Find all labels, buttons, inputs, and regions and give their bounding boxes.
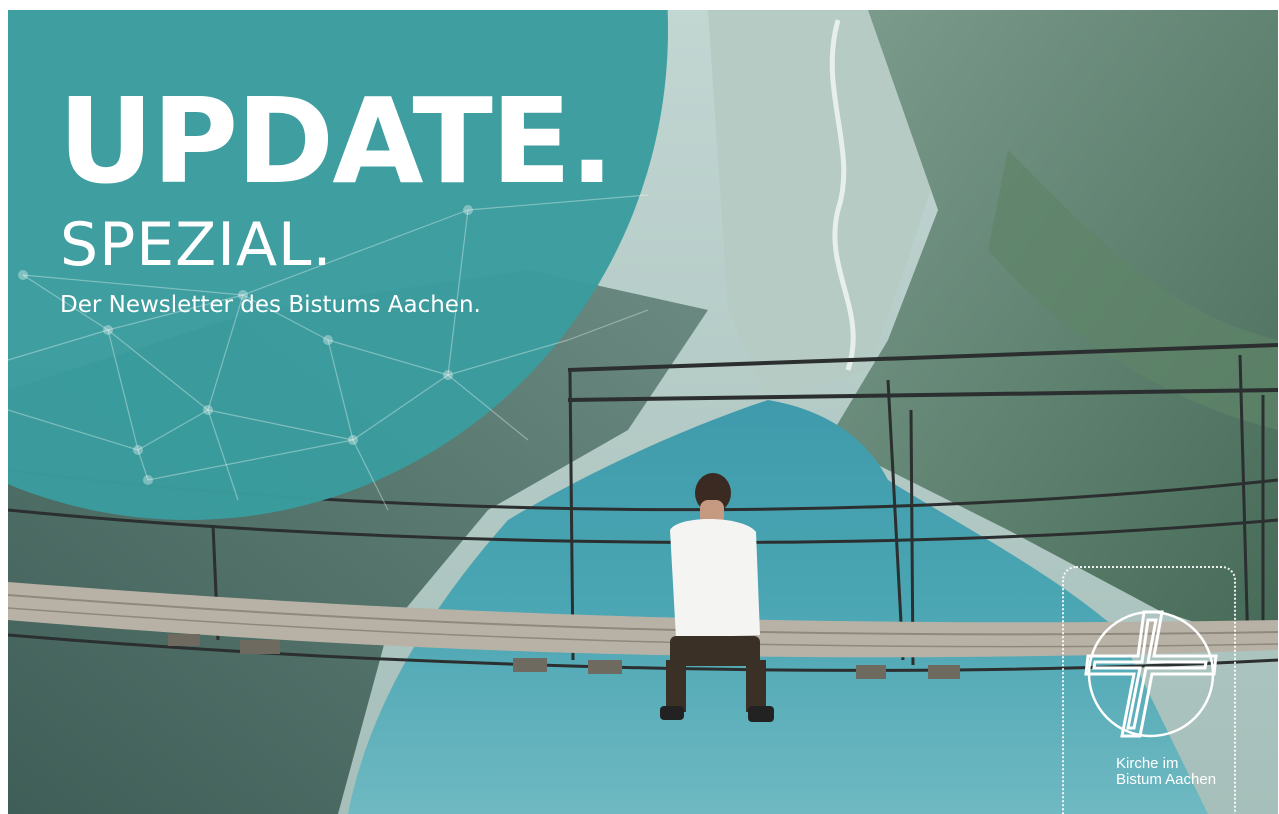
headline-main: UPDATE. <box>58 72 614 210</box>
newsletter-banner: UPDATE. SPEZIAL. Der Newsletter des Bist… <box>8 10 1278 814</box>
logo-text-line2: Bistum Aachen <box>1116 771 1217 788</box>
diocese-logo: Kirche im Bistum Aachen <box>1062 566 1236 814</box>
cross-logo-icon <box>1084 610 1218 738</box>
headline-sub: SPEZIAL. <box>60 210 333 280</box>
tagline: Der Newsletter des Bistums Aachen. <box>60 292 481 318</box>
logo-text: Kirche im Bistum Aachen <box>1116 756 1216 788</box>
logo-text-line1: Kirche im <box>1116 755 1179 772</box>
